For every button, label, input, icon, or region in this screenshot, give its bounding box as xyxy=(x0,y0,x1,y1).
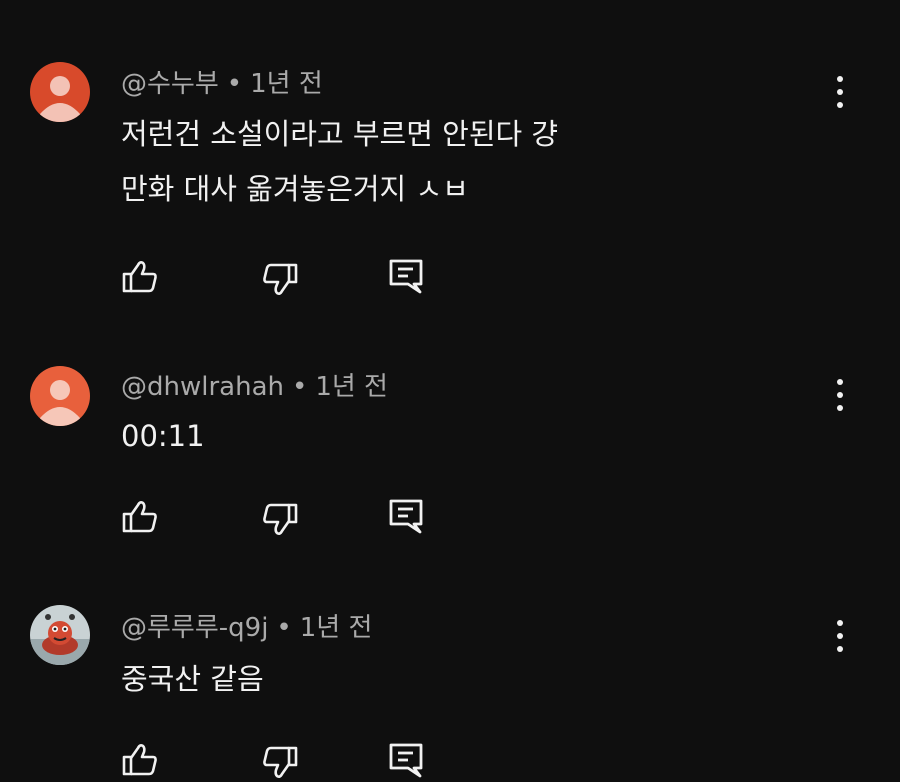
thumbs-down-icon xyxy=(263,263,298,295)
like-button[interactable] xyxy=(120,497,160,537)
more-options-button[interactable] xyxy=(824,375,856,415)
meta-separator: • xyxy=(226,69,243,99)
meta-separator: • xyxy=(276,613,292,643)
comment-timestamp-link[interactable]: 00:11 xyxy=(121,409,205,464)
more-dot xyxy=(837,102,843,108)
comment-time[interactable]: 1년 전 xyxy=(250,69,323,99)
thumbs-up-icon xyxy=(122,744,157,776)
reply-icon xyxy=(389,499,423,534)
more-options-button[interactable] xyxy=(824,616,856,656)
avatar[interactable] xyxy=(30,605,90,665)
comment-text-line: 만화 대사 옮겨놓은거지 ㅅㅂ xyxy=(121,172,469,206)
like-button[interactable] xyxy=(120,257,160,297)
comment-time[interactable]: 1년 전 xyxy=(315,372,388,402)
comment-text: 00:11 xyxy=(121,409,205,464)
comment-meta: @dhwlrahah • 1년 전 xyxy=(121,370,388,404)
dislike-button[interactable] xyxy=(260,742,300,782)
meta-separator: • xyxy=(291,372,308,402)
more-vertical-icon xyxy=(837,76,843,82)
thumbs-down-icon xyxy=(263,746,298,778)
more-vertical-icon xyxy=(837,620,843,626)
comment-author[interactable]: @dhwlrahah xyxy=(121,372,284,402)
reply-icon xyxy=(389,259,423,294)
dislike-button[interactable] xyxy=(260,499,300,539)
thumbs-down-icon xyxy=(263,503,298,535)
avatar[interactable] xyxy=(30,62,90,122)
reply-button[interactable] xyxy=(386,740,426,780)
avatar[interactable] xyxy=(30,366,90,426)
comment-text: 중국산 같음 xyxy=(121,652,264,707)
comment-meta: @수누부 • 1년 전 xyxy=(121,67,323,101)
comment-author[interactable]: @루루루-q9j xyxy=(121,613,268,643)
reply-button[interactable] xyxy=(386,496,426,536)
more-dot xyxy=(837,392,843,398)
dislike-button[interactable] xyxy=(260,259,300,299)
comment-meta: @루루루-q9j • 1년 전 xyxy=(121,611,372,645)
comment-text-line: 저런건 소설이라고 부르면 안된다 걍 xyxy=(121,117,559,151)
reply-icon xyxy=(389,743,423,778)
comment-text: 저런건 소설이라고 부르면 안된다 걍 만화 대사 옮겨놓은거지 ㅅㅂ xyxy=(121,107,558,217)
reply-button[interactable] xyxy=(386,256,426,296)
thumbs-up-icon xyxy=(122,261,157,293)
comment-author[interactable]: @수누부 xyxy=(121,69,219,99)
more-vertical-icon xyxy=(837,379,843,385)
more-dot xyxy=(837,89,843,95)
more-dot xyxy=(837,633,843,639)
thumbs-up-icon xyxy=(122,501,157,533)
more-dot xyxy=(837,405,843,411)
more-dot xyxy=(837,646,843,652)
comment-time[interactable]: 1년 전 xyxy=(300,613,373,643)
like-button[interactable] xyxy=(120,740,160,780)
comment-text-line: 중국산 같음 xyxy=(121,662,264,696)
more-options-button[interactable] xyxy=(824,72,856,112)
